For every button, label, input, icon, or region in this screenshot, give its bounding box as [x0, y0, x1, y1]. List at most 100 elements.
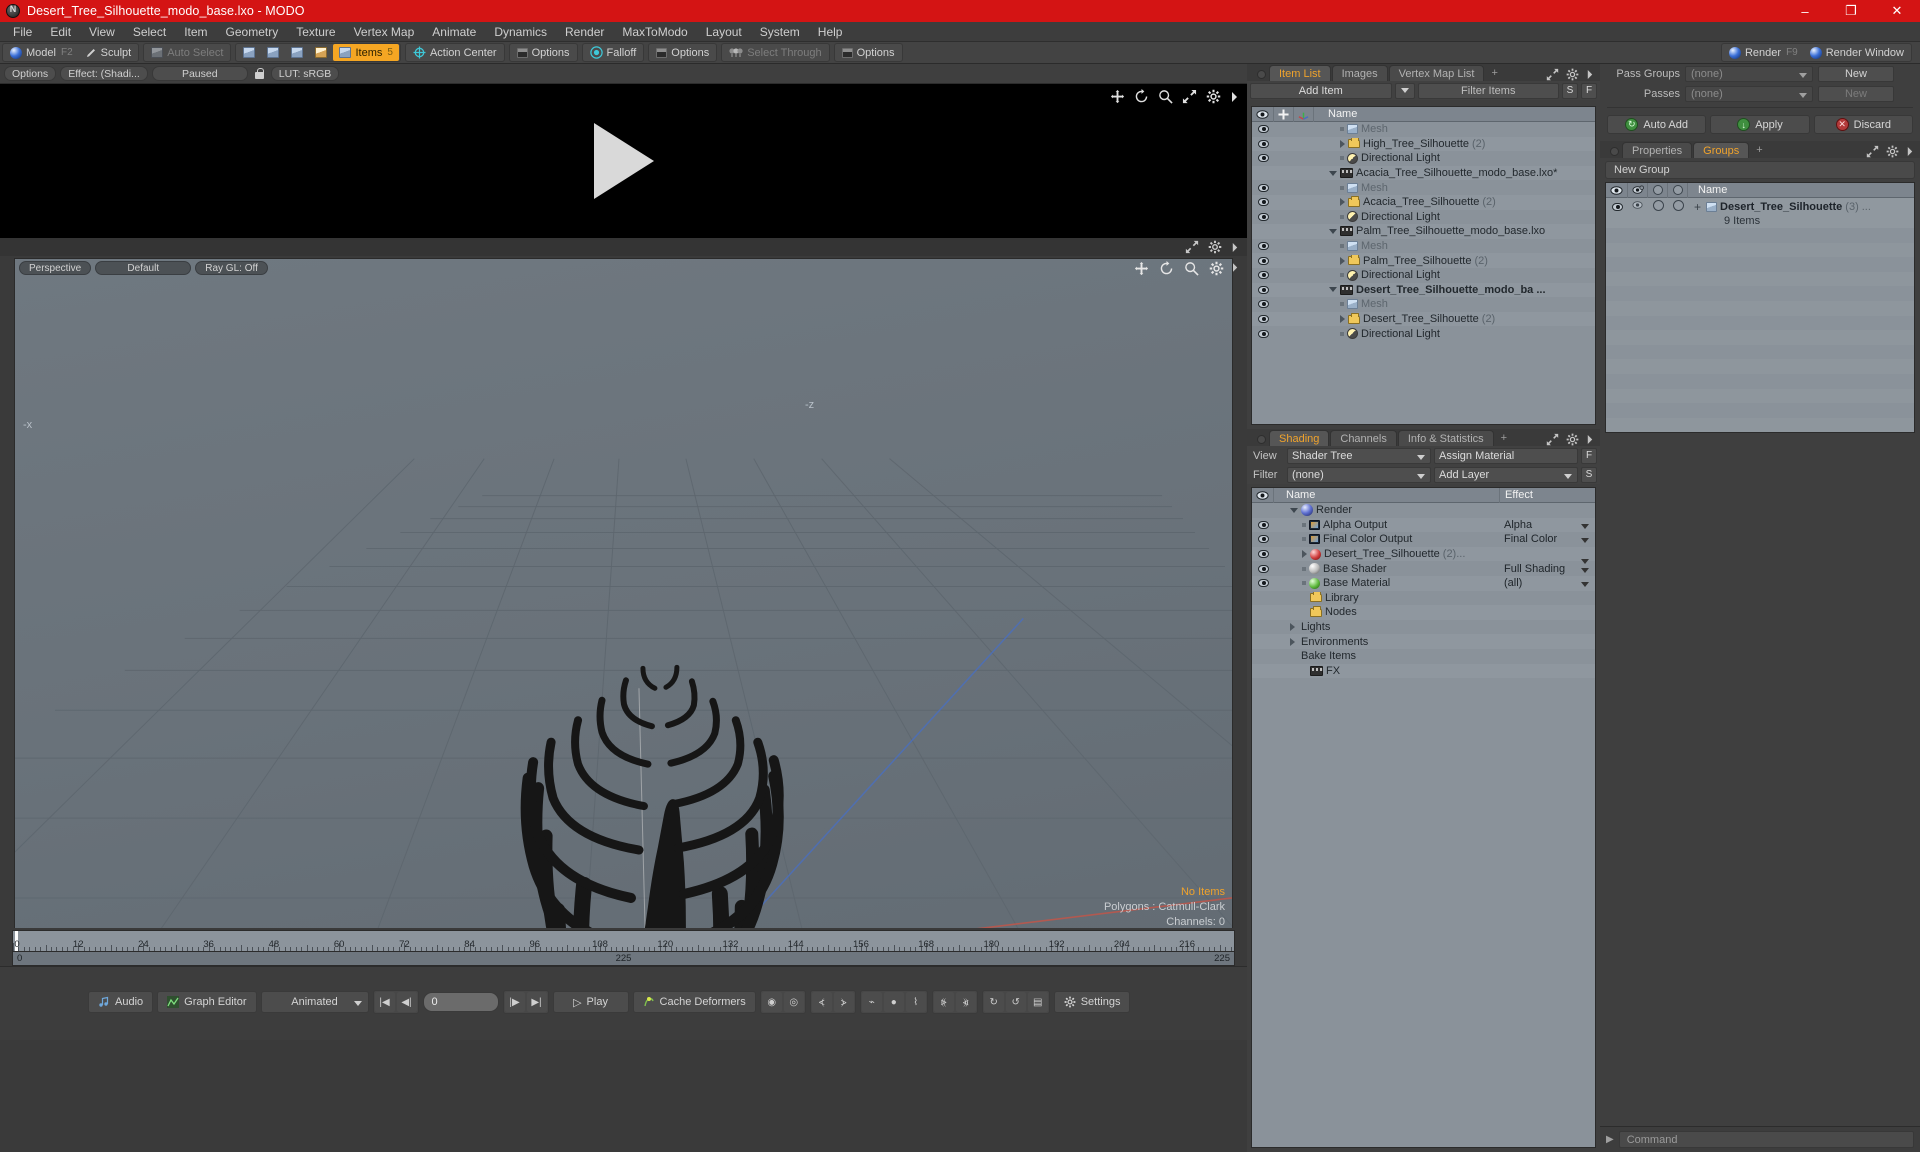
zoom-icon-vp[interactable] [1184, 261, 1199, 276]
vertices-mode-button[interactable] [237, 44, 261, 61]
shader-tree-row[interactable]: Render [1252, 503, 1595, 518]
expand-caret-icon[interactable] [1340, 139, 1345, 148]
visibility-eye-icon[interactable] [1257, 300, 1269, 309]
shader-row-visibility-cell[interactable] [1252, 608, 1274, 616]
pan-icon[interactable] [1110, 89, 1125, 104]
shader-row-effect-cell[interactable]: Final Color [1499, 533, 1595, 545]
expand-icon-panel[interactable] [1866, 145, 1879, 158]
menu-item-layout[interactable]: Layout [697, 23, 751, 41]
menu-item-vertex-map[interactable]: Vertex Map [345, 23, 424, 41]
lock-icon[interactable] [254, 67, 265, 80]
item-list-row[interactable]: Directional Light [1252, 326, 1595, 341]
groups-tree[interactable]: Name + Desert_Tree_Silhouette (3)... 9 Item… [1605, 182, 1915, 434]
expand-caret-icon[interactable] [1290, 623, 1295, 632]
panel-handle[interactable] [1257, 70, 1266, 79]
visibility-eye-icon[interactable] [1257, 315, 1269, 324]
timeline-range-bar[interactable]: 0 225 225 [12, 952, 1235, 966]
item-list-row[interactable]: Desert_Tree_Silhouette (2) [1252, 311, 1595, 327]
viewport-raygl-button[interactable]: Ray GL: Off [195, 261, 268, 275]
item-list-row[interactable]: Mesh [1252, 180, 1595, 195]
expand-caret-icon[interactable] [1340, 315, 1345, 324]
visibility-eye-icon[interactable] [1257, 242, 1269, 251]
apply-button[interactable]: ↓ Apply [1710, 115, 1810, 134]
zoom-icon[interactable] [1158, 89, 1173, 104]
shader-tree-row[interactable]: FX [1252, 663, 1595, 679]
go-to-end-button[interactable]: ▶| [526, 992, 547, 1012]
panel-handle[interactable] [1257, 435, 1266, 444]
visibility-eye-icon[interactable] [1611, 203, 1623, 211]
shader-row-visibility-cell[interactable] [1252, 535, 1274, 544]
expand-caret-icon[interactable] [1340, 198, 1345, 207]
shader-row-visibility-cell[interactable] [1252, 638, 1274, 646]
maximize-button[interactable]: ❐ [1828, 0, 1874, 22]
tab-vertex-map-list[interactable]: Vertex Map List [1388, 65, 1485, 81]
shader-tree-row[interactable]: Base Shader Full Shading [1252, 561, 1595, 576]
row-visibility-cell[interactable] [1252, 227, 1274, 235]
shader-tree-row[interactable]: Library [1252, 591, 1595, 606]
item-list-tree[interactable]: Name Mesh High_Tree_Silhouette (2) Directi… [1251, 106, 1596, 425]
group-expand-plus-icon[interactable]: + [1694, 200, 1701, 214]
row-visibility-cell[interactable] [1252, 315, 1274, 324]
tab-properties[interactable]: Properties [1622, 142, 1693, 158]
visibility-eye-icon[interactable] [1257, 329, 1269, 338]
item-list-row[interactable]: Palm_Tree_Silhouette_modo_base.lxo [1252, 224, 1595, 239]
collapse-caret-icon[interactable] [1290, 507, 1298, 513]
shading-view-select[interactable]: Shader Tree [1287, 447, 1431, 464]
expand-icon-2[interactable] [1185, 240, 1199, 254]
pass-groups-select[interactable]: (none) [1685, 66, 1813, 82]
gear-icon-2[interactable] [1208, 240, 1222, 254]
shader-row-visibility-cell[interactable] [1252, 579, 1274, 588]
key-curve-button[interactable]: ⌇ [905, 992, 926, 1012]
shader-row-visibility-cell[interactable] [1252, 520, 1274, 529]
menu-item-render[interactable]: Render [556, 23, 613, 41]
group-row-visibility-cell[interactable] [1606, 200, 1628, 214]
step-back-button[interactable]: ◀| [396, 992, 417, 1012]
shader-row-visibility-cell[interactable] [1252, 564, 1274, 573]
passes-select[interactable]: (none) [1685, 86, 1813, 102]
prev-key-button[interactable]: ⦓ [811, 992, 832, 1012]
discard-button[interactable]: ✕ Discard [1813, 115, 1913, 134]
items-mode-button[interactable]: Items 5 [333, 44, 399, 61]
tab-images[interactable]: Images [1331, 65, 1388, 81]
prev-key-alt-button[interactable]: ⦔ [833, 992, 854, 1012]
expand-icon-panel[interactable] [1546, 433, 1559, 446]
item-list-row[interactable]: Mesh [1252, 239, 1595, 254]
group-row-shaded-cell[interactable] [1648, 200, 1668, 214]
row-visibility-cell[interactable] [1252, 300, 1274, 309]
rotate-icon[interactable] [1134, 89, 1149, 104]
viewport-perspective-button[interactable]: Perspective [19, 261, 92, 275]
shader-tree[interactable]: Name Effect Render Alpha Output Alpha Final… [1251, 487, 1596, 1148]
action-center-options-button[interactable]: Options [511, 44, 576, 61]
collapse-caret-icon[interactable] [1329, 228, 1337, 234]
row-visibility-cell[interactable] [1252, 256, 1274, 265]
collapse-caret-icon[interactable] [1329, 170, 1337, 176]
shader-row-visibility-cell[interactable] [1252, 667, 1274, 675]
group-row-render-cell[interactable] [1628, 200, 1648, 214]
shader-row-visibility-cell[interactable] [1252, 594, 1274, 602]
expand-icon-panel[interactable] [1546, 68, 1559, 81]
shader-row-effect-cell[interactable]: Alpha [1499, 519, 1595, 531]
minimize-button[interactable]: – [1782, 0, 1828, 22]
key-channel-button[interactable]: ◉ [761, 992, 782, 1012]
shader-tree-row[interactable]: Bake Items [1252, 649, 1595, 664]
tab-groups[interactable]: Groups [1693, 142, 1750, 158]
falloff-button[interactable]: Falloff [584, 44, 643, 61]
auto-add-button[interactable]: ↻ Auto Add [1607, 115, 1707, 134]
gear-icon-panel[interactable] [1886, 145, 1899, 158]
filter-items-input[interactable]: Filter Items [1417, 82, 1559, 99]
shader-row-visibility-cell[interactable] [1252, 652, 1274, 660]
visibility-eye-icon[interactable] [1257, 579, 1269, 588]
shader-row-effect-cell[interactable]: (all) [1499, 577, 1595, 589]
menu-item-item[interactable]: Item [175, 23, 216, 41]
settings-button[interactable]: Settings [1053, 991, 1131, 1013]
visibility-eye-icon[interactable] [1257, 520, 1269, 529]
item-list-row[interactable]: Palm_Tree_Silhouette (2) [1252, 253, 1595, 268]
gear-icon-panel[interactable] [1566, 68, 1579, 81]
row-visibility-cell[interactable] [1252, 329, 1274, 338]
tab-add[interactable]: + [1750, 142, 1768, 158]
item-list-s-button[interactable]: S [1562, 82, 1578, 99]
graph-editor-button[interactable]: Graph Editor [157, 991, 257, 1013]
item-list-row[interactable]: Desert_Tree_Silhouette_modo_ba ... [1252, 282, 1595, 298]
preview-effect-button[interactable]: Effect: (Shadi... [60, 66, 148, 81]
cycle-button[interactable]: ↻ [983, 992, 1004, 1012]
